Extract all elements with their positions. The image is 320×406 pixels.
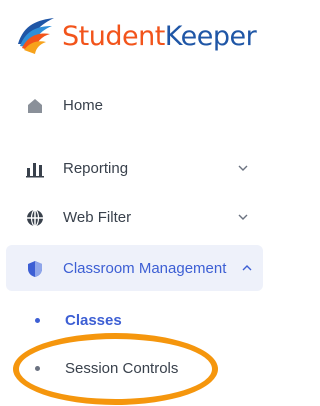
sub-label-classes: Classes	[65, 311, 122, 329]
sub-label-session-controls: Session Controls	[65, 359, 179, 377]
chevron-down-icon[interactable]	[237, 211, 249, 223]
chevron-up-icon[interactable]	[241, 262, 253, 274]
nav-item-classroom-management[interactable]: Classroom Management	[6, 245, 263, 291]
brand-name: StudentKeeper	[62, 20, 257, 52]
shield-icon	[28, 261, 42, 277]
bullet-dot	[35, 318, 40, 323]
bar-chart-icon	[26, 163, 44, 178]
sub-item-session-controls[interactable]: Session Controls	[0, 353, 265, 383]
nav-label-home: Home	[63, 96, 104, 114]
nav-label-web-filter: Web Filter	[63, 208, 132, 226]
bullet-dot	[35, 366, 40, 371]
home-icon	[28, 99, 42, 113]
wings-logo-icon	[18, 18, 54, 54]
globe-icon	[27, 209, 43, 227]
chevron-down-icon[interactable]	[237, 162, 249, 174]
nav-label-classroom-management: Classroom Management	[63, 259, 227, 277]
logo[interactable]: StudentKeeper	[14, 12, 257, 60]
nav-item-web-filter[interactable]: Web Filter	[0, 194, 265, 240]
sub-item-classes[interactable]: Classes	[0, 305, 265, 335]
nav-item-home[interactable]: Home	[0, 82, 265, 128]
nav-item-reporting[interactable]: Reporting	[0, 145, 265, 191]
nav-label-reporting: Reporting	[63, 159, 129, 177]
